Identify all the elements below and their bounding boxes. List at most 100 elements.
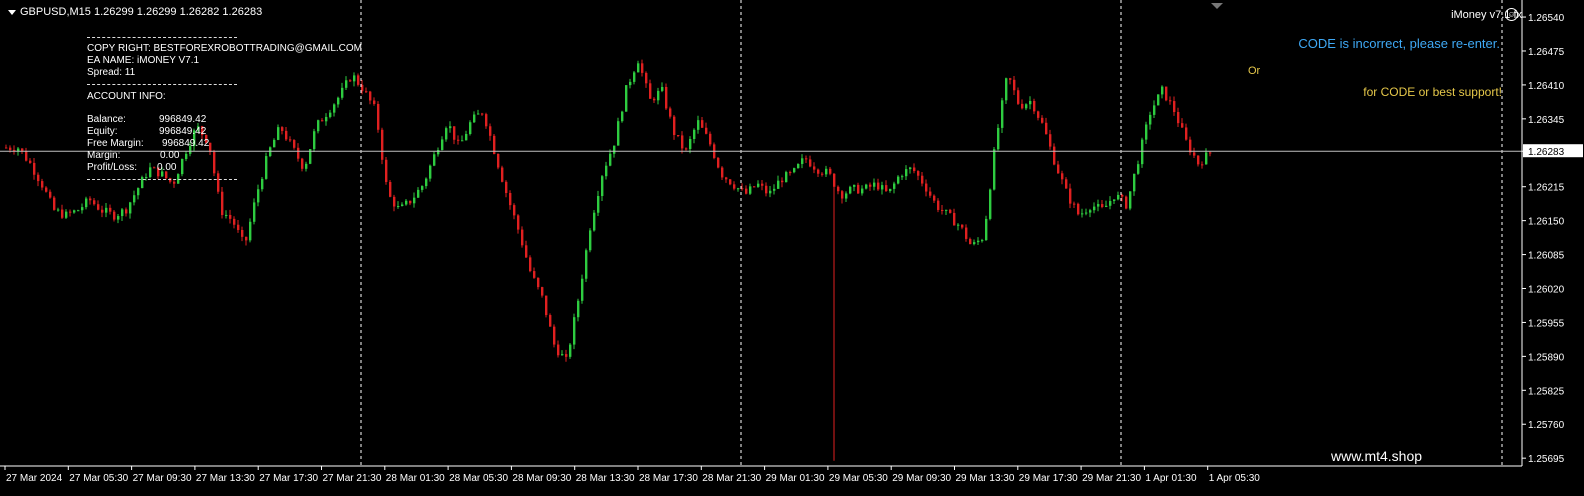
candle-body: [1125, 196, 1128, 209]
candle-body: [529, 257, 532, 272]
candle-body: [221, 191, 224, 216]
candle-body: [449, 126, 452, 129]
code-error-message: CODE is incorrect, please re-enter.: [1298, 36, 1500, 51]
candle-body: [985, 218, 988, 241]
candle-body: [593, 212, 596, 231]
candle-body: [185, 153, 188, 160]
candle-body: [1033, 100, 1036, 112]
time-tick-label: 27 Mar 13:30: [196, 473, 255, 484]
candle-body: [369, 91, 372, 101]
candle-body: [137, 188, 140, 196]
candle-body: [913, 167, 916, 172]
price-tick-label: 1.25695: [1528, 454, 1565, 465]
candle-body: [1189, 139, 1192, 153]
candle-body: [705, 127, 708, 134]
candle-body: [497, 154, 500, 168]
time-tick-label: 27 Mar 2024: [6, 473, 63, 484]
candle-body: [345, 80, 348, 88]
candle-body: [581, 278, 584, 301]
candle-body: [1077, 203, 1080, 215]
candle-body: [489, 126, 492, 136]
candle-body: [641, 63, 644, 73]
candle-body: [525, 245, 528, 258]
candle-body: [801, 158, 804, 164]
candle-body: [701, 120, 704, 128]
candle-body: [889, 188, 892, 192]
candle-body: [541, 287, 544, 296]
candle-body: [1085, 212, 1088, 214]
candle-body: [513, 205, 516, 216]
candle-body: [709, 133, 712, 145]
spread-text: Spread: 11: [87, 67, 136, 78]
candle-body: [1005, 78, 1008, 101]
symbol-header[interactable]: GBPUSD,M15 1.26299 1.26299 1.26282 1.262…: [8, 6, 262, 18]
candle-body: [285, 130, 288, 140]
time-tick-label: 27 Mar 05:30: [69, 473, 128, 484]
candle-body: [961, 224, 964, 228]
candle-body: [505, 181, 508, 194]
candle-body: [821, 173, 824, 175]
price-tick-label: 1.25955: [1528, 318, 1565, 329]
candle-body: [5, 147, 8, 149]
time-tick-label: 28 Mar 13:30: [576, 473, 635, 484]
candle-body: [805, 158, 808, 160]
candle-body: [1197, 155, 1200, 165]
time-tick-label: 29 Mar 17:30: [1019, 473, 1078, 484]
candle-body: [365, 91, 368, 93]
info-separator: [87, 179, 237, 180]
time-tick-label: 28 Mar 21:30: [702, 473, 761, 484]
candle-body: [637, 63, 640, 73]
symbol-line: GBPUSD,M15 1.26299 1.26299 1.26282 1.262…: [20, 6, 263, 18]
candle-body: [429, 165, 432, 179]
candle-body: [813, 166, 816, 170]
candle-body: [277, 127, 280, 140]
candle-body: [121, 209, 124, 217]
candle-body: [465, 133, 468, 141]
time-tick-label: 27 Mar 17:30: [259, 473, 318, 484]
candle-body: [293, 140, 296, 148]
candle-body: [1153, 105, 1156, 115]
time-tick-label: 28 Mar 09:30: [512, 473, 571, 484]
price-tick-label: 1.26475: [1528, 47, 1565, 58]
chart-shift-marker[interactable]: [1211, 3, 1223, 9]
candle-body: [1025, 104, 1028, 109]
candle-body: [241, 229, 244, 237]
candle-body: [1041, 117, 1044, 123]
price-chart[interactable]: 1.26540 1.26475 1.26410 1.26345 1.26283 1.262…: [0, 0, 1584, 496]
candle-body: [53, 197, 56, 210]
candle-body: [997, 127, 1000, 150]
margin-value: 0.00: [160, 150, 180, 161]
price-tick-label: 1.26540: [1528, 13, 1565, 24]
candle-body: [585, 250, 588, 279]
candle-body: [793, 168, 796, 173]
candle-body: [105, 207, 108, 213]
candle-body: [1065, 179, 1068, 189]
candle-body: [1097, 204, 1100, 207]
candle-body: [109, 207, 112, 212]
price-tick-label: 1.26020: [1528, 285, 1565, 296]
candle-body: [317, 120, 320, 132]
candle-body: [657, 90, 660, 101]
candle-body: [433, 154, 436, 166]
candle-body: [445, 128, 448, 140]
candle-body: [1141, 139, 1144, 165]
candle-body: [253, 202, 256, 222]
candle-body: [1105, 205, 1108, 208]
candle-body: [97, 204, 100, 210]
candle-body: [237, 224, 240, 230]
candle-body: [661, 86, 664, 91]
candle-body: [501, 167, 504, 182]
candle-body: [73, 210, 76, 213]
candle-body: [977, 240, 980, 243]
current-price-label: 1.26283: [1528, 147, 1565, 158]
candle-body: [409, 200, 412, 204]
candle-body: [461, 140, 464, 142]
candle-body: [245, 236, 248, 241]
dropdown-icon[interactable]: [8, 9, 16, 15]
candle-body: [1057, 164, 1060, 174]
candle-body: [669, 108, 672, 117]
candle-body: [673, 116, 676, 136]
price-tick-label: 1.26410: [1528, 81, 1565, 92]
candle-body: [665, 86, 668, 109]
candle-body: [1037, 111, 1040, 118]
